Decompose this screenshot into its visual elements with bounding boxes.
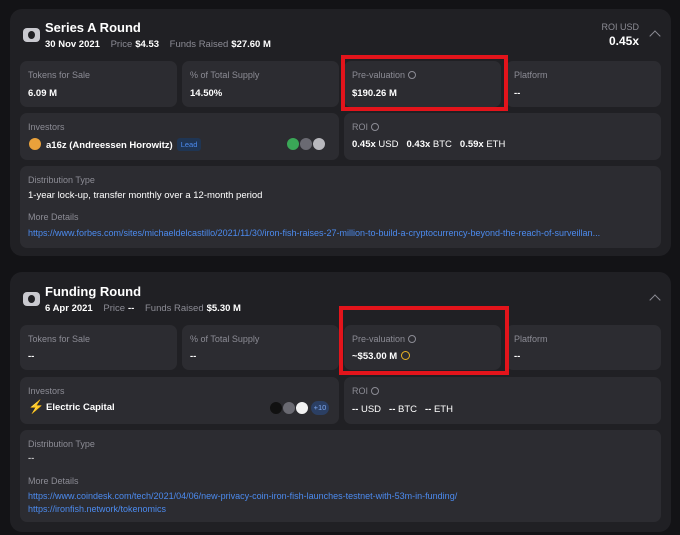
- supply-value: 14.50%: [190, 88, 223, 99]
- investors-label: Investors: [28, 386, 65, 396]
- distribution-value: --: [28, 453, 35, 464]
- round-meta: 6 Apr 2021 Price -- Funds Raised $5.30 M: [45, 303, 241, 314]
- funds-label: Funds Raised: [169, 39, 229, 50]
- platform-cell: Platform --: [506, 61, 661, 107]
- investor-a16z[interactable]: a16z (Andreessen Horowitz) Lead: [46, 138, 202, 151]
- roi-values: 0.45x USD 0.43x BTC 0.59x ETH: [352, 139, 506, 150]
- price-value: $4.53: [135, 39, 160, 50]
- platform-value: --: [514, 351, 521, 362]
- platform-label: Platform: [514, 70, 548, 80]
- platform-label: Platform: [514, 334, 548, 344]
- investor-avatar[interactable]: [312, 137, 326, 151]
- tokens-for-sale-cell: Tokens for Sale --: [20, 325, 177, 370]
- round-date: 30 Nov 2021: [45, 39, 100, 50]
- investor-avatar[interactable]: [299, 137, 313, 151]
- platform-value: --: [514, 88, 521, 99]
- total-supply-cell: % of Total Supply --: [182, 325, 339, 370]
- tokens-for-sale-cell: Tokens for Sale 6.09 M: [20, 61, 177, 107]
- distribution-value: 1-year lock-up, transfer monthly over a …: [28, 190, 263, 201]
- roi-usd-value: 0.45x: [608, 34, 639, 48]
- investor-avatar[interactable]: [286, 137, 300, 151]
- funds-value: $5.30 M: [206, 303, 241, 314]
- more-details-label: More Details: [28, 476, 79, 486]
- a16z-logo-icon: [28, 137, 42, 151]
- roi-cell: ROI -- USD -- BTC -- ETH: [344, 377, 661, 424]
- investor-avatar[interactable]: [295, 401, 309, 415]
- investor-avatar[interactable]: [269, 401, 283, 415]
- investors-cell: Investors a16z (Andreessen Horowitz) Lead: [20, 113, 339, 160]
- tokens-value: --: [28, 351, 35, 362]
- roi-usd-label: ROI USD: [601, 22, 639, 32]
- details-link-tokenomics[interactable]: https://ironfish.network/tokenomics: [28, 504, 166, 514]
- distribution-label: Distribution Type: [28, 439, 95, 449]
- price-value: --: [128, 303, 135, 314]
- details-link-coindesk[interactable]: https://www.coindesk.com/tech/2021/04/06…: [28, 491, 457, 501]
- supply-value: --: [190, 351, 197, 362]
- round-meta: 30 Nov 2021 Price $4.53 Funds Raised $27.6…: [45, 39, 271, 50]
- distribution-cell: Distribution Type -- More Details https:…: [20, 430, 661, 522]
- lead-badge: Lead: [176, 138, 202, 151]
- collapse-chevron-icon[interactable]: [649, 30, 661, 42]
- tokens-value: 6.09 M: [28, 88, 58, 99]
- tokens-label: Tokens for Sale: [28, 334, 91, 344]
- total-supply-cell: % of Total Supply 14.50%: [182, 61, 339, 107]
- round-icon: [23, 292, 40, 306]
- round-icon: [23, 28, 40, 42]
- investor-electric-capital[interactable]: Electric Capital: [46, 402, 115, 413]
- round-date: 6 Apr 2021: [45, 303, 93, 314]
- price-label: Price: [103, 303, 126, 314]
- round-title: Funding Round: [45, 284, 142, 299]
- details-link[interactable]: https://www.forbes.com/sites/michaeldelc…: [28, 228, 600, 238]
- funds-value: $27.60 M: [231, 39, 271, 50]
- collapse-chevron-icon[interactable]: [649, 294, 661, 306]
- lightning-icon: ⚡: [28, 399, 45, 414]
- info-icon[interactable]: [371, 387, 380, 395]
- price-label: Price: [110, 39, 133, 50]
- tokens-label: Tokens for Sale: [28, 70, 91, 80]
- supply-label: % of Total Supply: [190, 70, 260, 80]
- info-icon[interactable]: [371, 123, 380, 131]
- roi-cell: ROI 0.45x USD 0.43x BTC 0.59x ETH: [344, 113, 661, 160]
- highlight-box: [339, 306, 509, 375]
- investor-avatar[interactable]: [282, 401, 296, 415]
- highlight-box: [341, 55, 508, 111]
- roi-label: ROI: [352, 386, 380, 396]
- series-a-round-card: Series A Round 30 Nov 2021 Price $4.53 Fu…: [10, 9, 671, 256]
- more-details-label: More Details: [28, 212, 79, 222]
- supply-label: % of Total Supply: [190, 334, 260, 344]
- more-investors-badge[interactable]: +10: [310, 400, 330, 416]
- distribution-cell: Distribution Type 1-year lock-up, transf…: [20, 166, 661, 248]
- roi-values: -- USD -- BTC -- ETH: [352, 404, 453, 415]
- distribution-label: Distribution Type: [28, 175, 95, 185]
- investors-cell: Investors ⚡ Electric Capital +10: [20, 377, 339, 424]
- investors-label: Investors: [28, 122, 65, 132]
- funds-label: Funds Raised: [144, 303, 204, 314]
- roi-label: ROI: [352, 122, 380, 132]
- round-title: Series A Round: [45, 20, 141, 35]
- platform-cell: Platform --: [506, 325, 661, 370]
